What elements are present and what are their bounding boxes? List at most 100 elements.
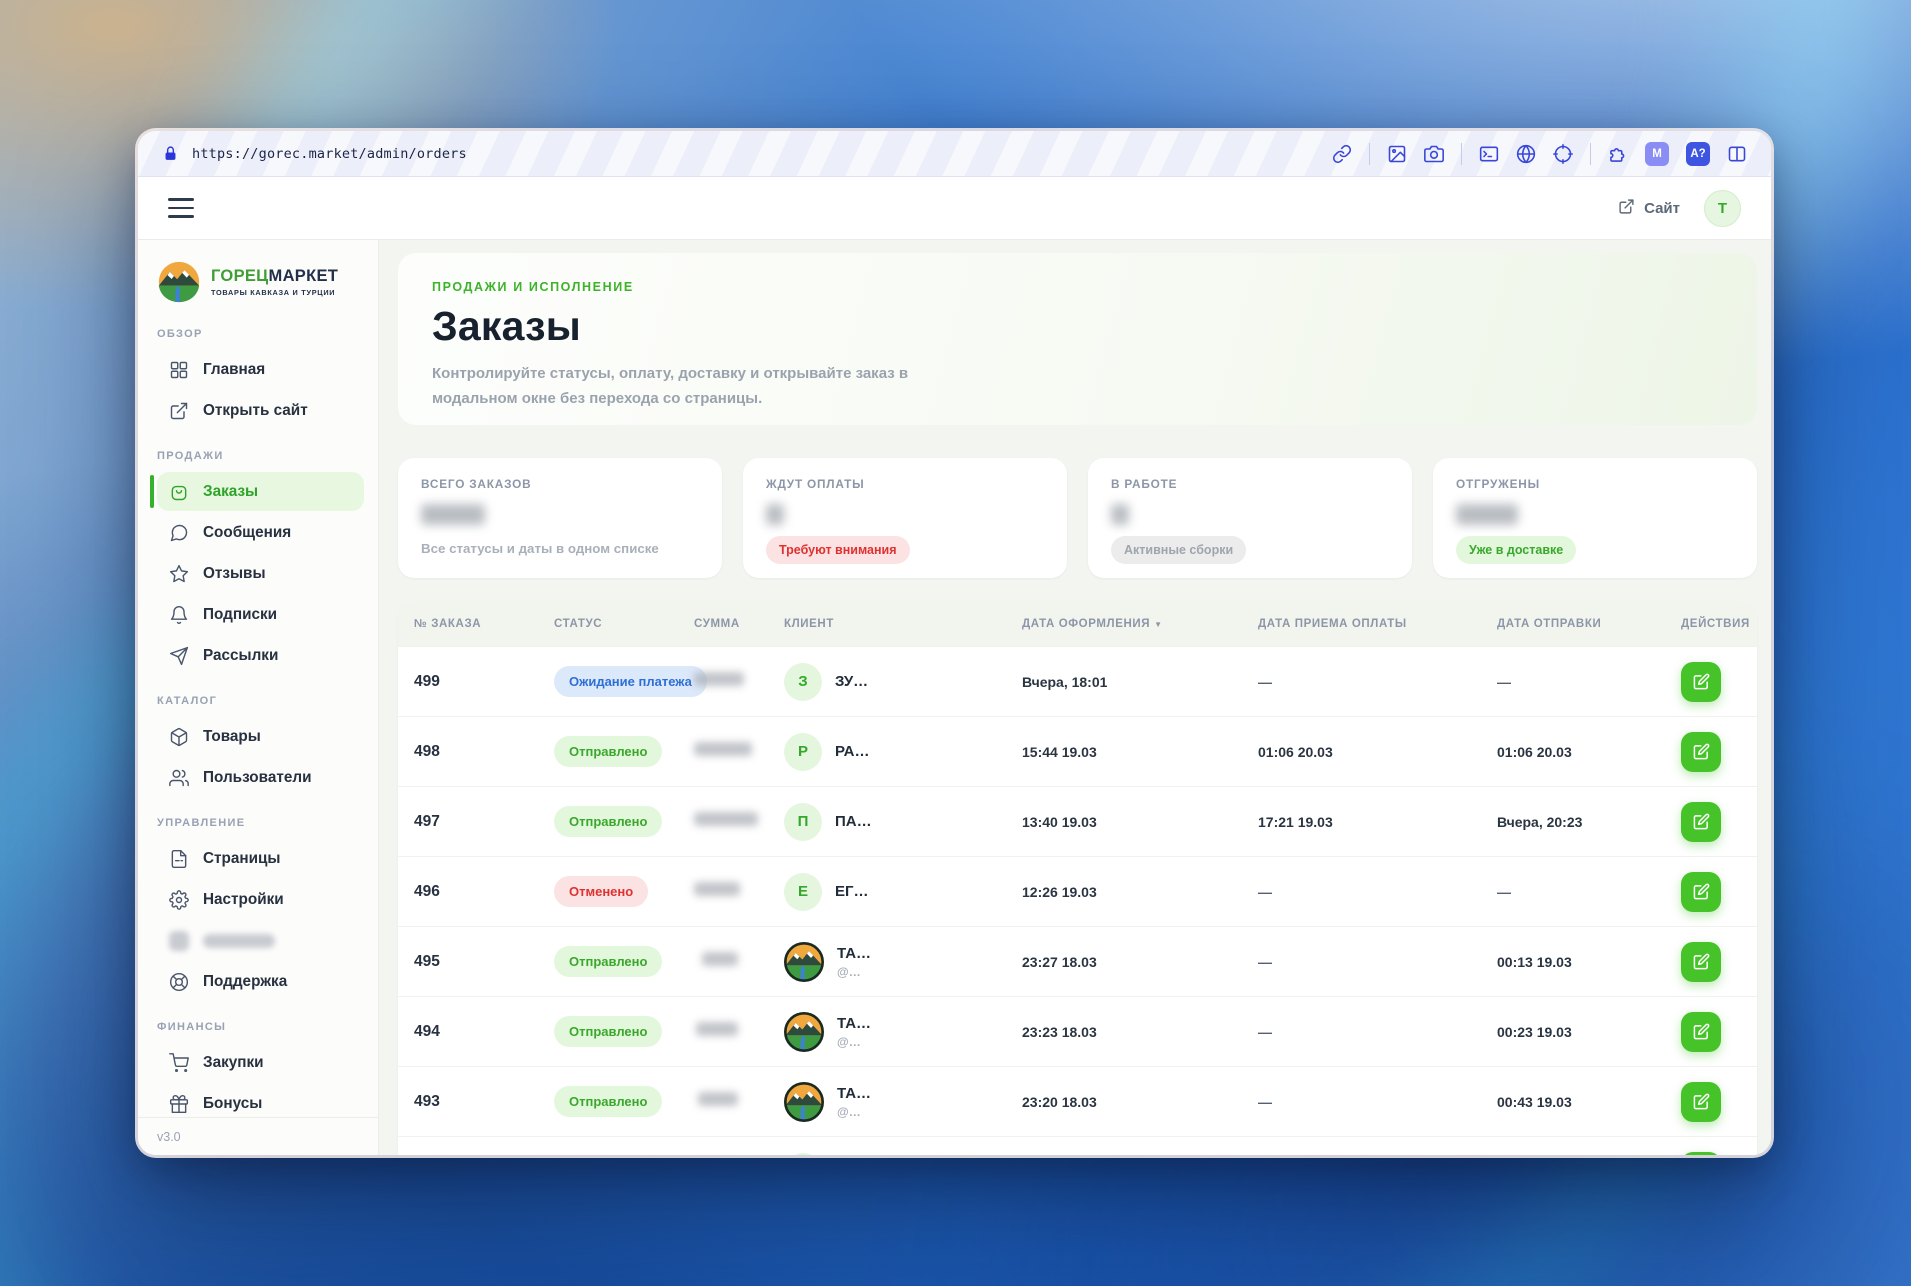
camera-icon[interactable]: [1424, 144, 1444, 164]
image-icon[interactable]: [1387, 144, 1407, 164]
order-created-date: 23:20 18.03: [1022, 1093, 1097, 1110]
column-header-8[interactable]: ДЕЙСТВИЯ: [1681, 618, 1749, 630]
sidebar-item-users[interactable]: Пользователи: [157, 758, 364, 797]
sidebar-item-redacted[interactable]: [157, 921, 364, 960]
order-number: 498: [414, 742, 440, 760]
sidebar-section-label: ПРОДАЖИ: [157, 450, 224, 462]
order-row-497[interactable]: 497 Отправлено П ПА… 13:40 19.03 17:21 19.03 В…: [398, 786, 1757, 856]
sidebar-item-open-site[interactable]: Открыть сайт: [157, 391, 364, 430]
order-row-493[interactable]: 493 Отправлено ТА… @… 23:20 18.03 — 00:43 19.0…: [398, 1066, 1757, 1136]
open-order-button[interactable]: [1681, 801, 1721, 842]
client-name: ЗУ…: [835, 673, 869, 690]
app-logo[interactable]: ГОРЕЦМАРКЕТ ТОВАРЫ КАВКАЗА И ТУРЦИИ: [157, 260, 364, 304]
sidebar-item-orders[interactable]: Заказы: [150, 472, 364, 511]
sidebar-item-bonuses[interactable]: Бонусы: [157, 1084, 364, 1117]
order-number: 495: [414, 952, 440, 970]
stat-badge: Требуют внимания: [766, 536, 910, 564]
order-row-499[interactable]: 499 Ожидание платежа З ЗУ… Вчера, 18:01 — —: [398, 646, 1757, 716]
sidebar-item-products[interactable]: Товары: [157, 717, 364, 756]
order-sum-redacted: [694, 882, 740, 896]
app-topbar: Сайт T: [138, 177, 1771, 240]
open-order-button[interactable]: [1681, 1081, 1721, 1122]
puzzle-icon[interactable]: [1608, 144, 1628, 164]
external-link-icon: [169, 401, 189, 421]
sidebar-item-home[interactable]: Главная: [157, 350, 364, 389]
order-number: 497: [414, 812, 440, 830]
client-logo-avatar: [784, 1011, 824, 1052]
sidebar-item-messages[interactable]: Сообщения: [157, 513, 364, 552]
column-header-4[interactable]: КЛИЕНТ: [784, 618, 1022, 630]
order-client: П ПА…: [784, 802, 1022, 841]
open-site-label: Сайт: [1644, 199, 1680, 217]
order-paid-date: —: [1258, 883, 1272, 900]
column-header-7[interactable]: ДАТА ОТПРАВКИ: [1497, 618, 1681, 630]
sidebar-item-purchases[interactable]: Закупки: [157, 1043, 364, 1082]
sidebar-item-label: Бонусы: [203, 1094, 263, 1112]
box-icon: [169, 727, 189, 747]
sidebar: ГОРЕЦМАРКЕТ ТОВАРЫ КАВКАЗА И ТУРЦИИ ОБЗО…: [138, 240, 379, 1155]
order-row-partial[interactable]: Отправлено: [398, 1136, 1757, 1155]
url-text[interactable]: https://gorec.market/admin/orders: [192, 146, 467, 162]
sidebar-item-reviews[interactable]: Отзывы: [157, 554, 364, 593]
page-title: Заказы: [432, 303, 581, 349]
page-description: Контролируйте статусы, оплату, доставку …: [432, 365, 909, 407]
open-site-button[interactable]: Сайт: [1618, 198, 1680, 219]
sidebar-item-pages[interactable]: Страницы: [157, 839, 364, 878]
order-client: Р РА…: [784, 732, 1022, 771]
translate-badge[interactable]: A?: [1686, 141, 1710, 166]
menu-icon[interactable]: [168, 198, 194, 218]
open-order-button[interactable]: [1681, 941, 1721, 982]
order-shipped-date: 01:06 20.03: [1497, 743, 1572, 760]
order-shipped-date: 00:13 19.03: [1497, 953, 1572, 970]
order-row-495[interactable]: 495 Отправлено ТА… @… 23:27 18.03 — 00:13 19.0…: [398, 926, 1757, 996]
order-client: ТА… @…: [784, 1011, 1022, 1052]
sidebar-item-settings[interactable]: Настройки: [157, 880, 364, 919]
open-order-button[interactable]: [1681, 871, 1721, 912]
order-row-498[interactable]: 498 Отправлено Р РА… 15:44 19.03 01:06 20.03 0…: [398, 716, 1757, 786]
open-order-button[interactable]: [1681, 1151, 1721, 1155]
star-icon: [169, 564, 189, 584]
column-header-2[interactable]: СТАТУС: [554, 618, 694, 630]
orders-table: № ЗАКАЗА СТАТУС СУММА КЛИЕНТ ДАТА ОФОРМЛЕНИЯ…: [398, 602, 1757, 1155]
column-header-5[interactable]: ДАТА ОФОРМЛЕНИЯ ▼: [1022, 618, 1258, 630]
open-order-button[interactable]: [1681, 661, 1721, 702]
column-header-3[interactable]: СУММА: [694, 618, 784, 630]
stat-label: ОТГРУЖЕНЫ: [1456, 477, 1540, 491]
stat-value-redacted: [766, 504, 784, 525]
order-sum-redacted: [694, 742, 752, 756]
order-paid-date: —: [1258, 953, 1272, 970]
stat-label: ВСЕГО ЗАКАЗОВ: [421, 477, 532, 491]
send-icon: [169, 646, 189, 666]
order-status-badge: Ожидание платежа: [554, 666, 707, 697]
order-created-date: 15:44 19.03: [1022, 743, 1097, 760]
client-name: ПА…: [835, 813, 872, 830]
sidebar-item-newsletters[interactable]: Рассылки: [157, 636, 364, 675]
user-avatar[interactable]: T: [1704, 189, 1741, 227]
sidebar-section-label: КАТАЛОГ: [157, 695, 218, 707]
terminal-icon[interactable]: [1479, 144, 1499, 164]
extension-m-badge[interactable]: M: [1645, 141, 1669, 166]
order-status-badge: Отменено: [554, 876, 649, 907]
globe-icon[interactable]: [1516, 144, 1536, 164]
open-order-button[interactable]: [1681, 1011, 1721, 1052]
stat-value-redacted: [421, 504, 485, 525]
split-view-icon[interactable]: [1727, 144, 1747, 164]
order-number: 494: [414, 1022, 440, 1040]
logo-name: ГОРЕЦМАРКЕТ: [211, 267, 338, 286]
client-name: ТА…: [837, 1084, 872, 1102]
crosshair-icon[interactable]: [1553, 143, 1573, 164]
link-icon[interactable]: [1332, 144, 1352, 164]
sidebar-item-support[interactable]: Поддержка: [157, 962, 364, 1001]
stat-value-redacted: [1111, 504, 1129, 525]
column-header-1[interactable]: № ЗАКАЗА: [414, 618, 554, 630]
open-order-button[interactable]: [1681, 731, 1721, 772]
client-name: РА…: [835, 743, 870, 760]
sidebar-item-label: Страницы: [203, 849, 281, 867]
sidebar-item-label: Отзывы: [203, 564, 266, 582]
column-header-6[interactable]: ДАТА ПРИЕМА ОПЛАТЫ: [1258, 618, 1497, 630]
order-row-496[interactable]: 496 Отменено Е ЕГ… 12:26 19.03 — —: [398, 856, 1757, 926]
sidebar-item-subscriptions[interactable]: Подписки: [157, 595, 364, 634]
grid-icon: [169, 360, 189, 380]
client-letter-avatar: З: [784, 662, 822, 701]
order-row-494[interactable]: 494 Отправлено ТА… @… 23:23 18.03 — 00:23 19.0…: [398, 996, 1757, 1066]
